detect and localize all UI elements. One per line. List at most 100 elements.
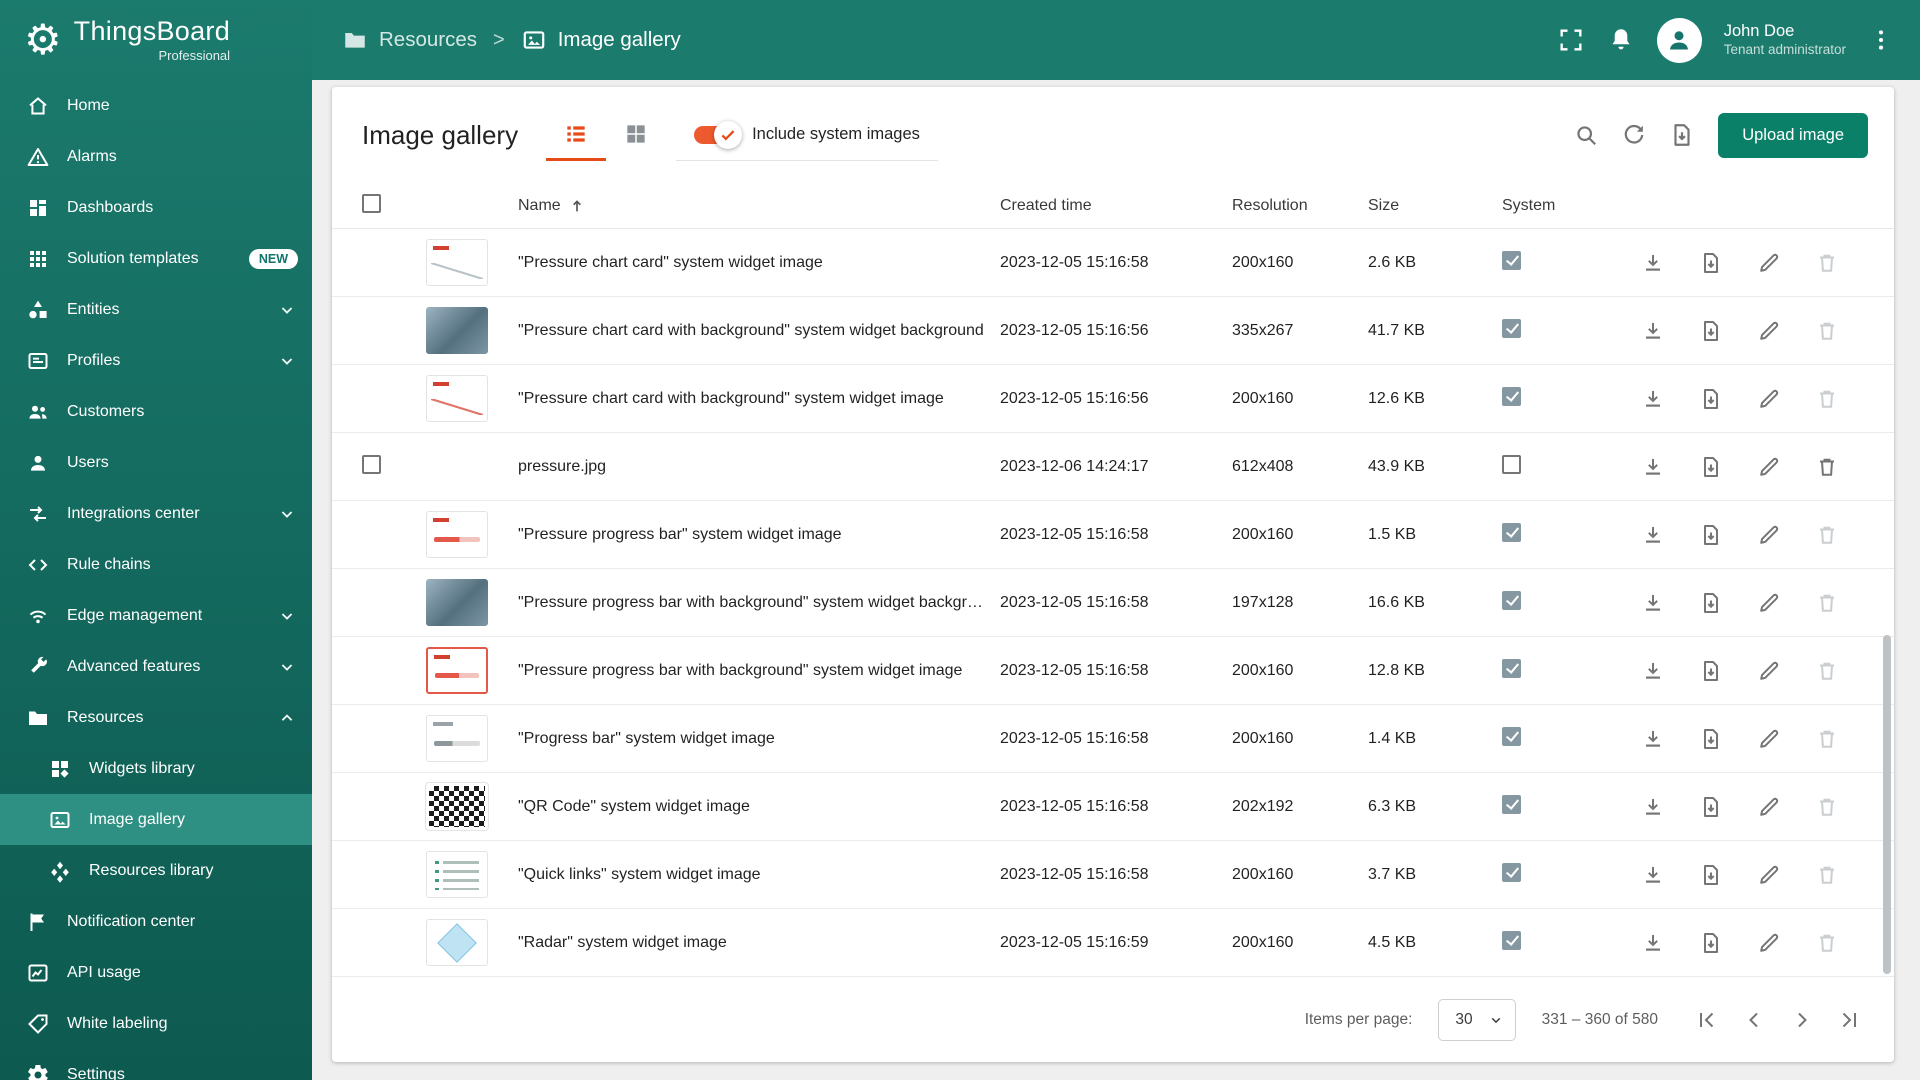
edit-image-button[interactable] (1748, 582, 1790, 624)
export-image-button[interactable] (1690, 514, 1732, 556)
sidebar-item-solution-templates[interactable]: Solution templates NEW (0, 233, 312, 284)
fullscreen-button[interactable] (1557, 26, 1585, 54)
table-row[interactable]: "Quick links" system widget image 2023-12… (332, 841, 1894, 909)
upload-image-button[interactable]: Upload image (1718, 112, 1868, 158)
select-all-checkbox[interactable] (362, 193, 381, 213)
search-button[interactable] (1562, 111, 1610, 159)
items-per-page-select[interactable]: 30 (1438, 998, 1516, 1041)
refresh-button[interactable] (1610, 111, 1658, 159)
export-image-button[interactable] (1690, 650, 1732, 692)
list-view-tab[interactable] (546, 109, 607, 161)
sidebar-item-resources-library[interactable]: Resources library (0, 845, 312, 896)
export-image-button[interactable] (1690, 310, 1732, 352)
sidebar-item-alarms[interactable]: Alarms (0, 131, 312, 182)
edit-image-button[interactable] (1748, 310, 1790, 352)
delete-image-button[interactable] (1806, 446, 1848, 488)
export-image-button[interactable] (1690, 854, 1732, 896)
notifications-button[interactable] (1607, 26, 1635, 54)
scrollbar-thumb[interactable] (1883, 634, 1891, 974)
download-image-button[interactable] (1632, 582, 1674, 624)
column-created-time[interactable]: Created time (1000, 197, 1232, 215)
row-actions (1632, 514, 1878, 556)
sidebar-item-users[interactable]: Users (0, 437, 312, 488)
download-image-button[interactable] (1632, 514, 1674, 556)
import-image-button[interactable] (1658, 111, 1706, 159)
edit-image-button[interactable] (1748, 378, 1790, 420)
edit-image-button[interactable] (1748, 650, 1790, 692)
export-image-button[interactable] (1690, 242, 1732, 284)
download-image-button[interactable] (1632, 922, 1674, 964)
resolution: 197x128 (1232, 593, 1294, 611)
download-image-button[interactable] (1632, 242, 1674, 284)
sidebar-item-image-gallery[interactable]: Image gallery (0, 794, 312, 845)
edit-image-button[interactable] (1748, 514, 1790, 556)
row-checkbox[interactable] (362, 454, 381, 474)
previous-page-button[interactable] (1732, 998, 1776, 1042)
table-row[interactable]: "Pressure chart card" system widget imag… (332, 229, 1894, 297)
download-image-button[interactable] (1632, 650, 1674, 692)
download-image-button[interactable] (1632, 446, 1674, 488)
include-system-images-toggle[interactable]: Include system images (676, 109, 938, 161)
sidebar-item-white-labeling[interactable]: White labeling (0, 998, 312, 1049)
table-row[interactable]: "QR Code" system widget image 2023-12-05 … (332, 773, 1894, 841)
column-resolution[interactable]: Resolution (1232, 197, 1368, 215)
sidebar-item-label: Rule chains (67, 555, 151, 573)
sidebar-item-edge-management[interactable]: Edge management (0, 590, 312, 641)
sidebar-item-api-usage[interactable]: API usage (0, 947, 312, 998)
user-role: Tenant administrator (1723, 41, 1846, 57)
sidebar-item-profiles[interactable]: Profiles (0, 335, 312, 386)
export-image-button[interactable] (1690, 922, 1732, 964)
export-image-button[interactable] (1690, 718, 1732, 760)
download-image-button[interactable] (1632, 310, 1674, 352)
last-page-button[interactable] (1828, 998, 1872, 1042)
edit-image-button[interactable] (1748, 854, 1790, 896)
avatar[interactable] (1656, 17, 1702, 63)
toggle-switch[interactable] (694, 120, 743, 149)
export-image-button[interactable] (1690, 582, 1732, 624)
sidebar-item-settings[interactable]: Settings (0, 1049, 312, 1080)
sidebar-item-notification-center[interactable]: Notification center (0, 896, 312, 947)
sidebar-item-home[interactable]: Home (0, 80, 312, 131)
table-row[interactable]: "Pressure progress bar with background" … (332, 637, 1894, 705)
created-time: 2023-12-05 15:16:58 (1000, 797, 1149, 815)
sidebar-item-dashboards[interactable]: Dashboards (0, 182, 312, 233)
download-image-button[interactable] (1632, 854, 1674, 896)
edit-image-button[interactable] (1748, 786, 1790, 828)
edit-image-button[interactable] (1748, 242, 1790, 284)
sidebar-item-resources[interactable]: Resources (0, 692, 312, 743)
table-row[interactable]: "Radar" system widget image 2023-12-05 15… (332, 909, 1894, 977)
row-actions (1632, 242, 1878, 284)
table-row[interactable]: "Pressure progress bar with background" … (332, 569, 1894, 637)
sidebar-item-rule-chains[interactable]: Rule chains (0, 539, 312, 590)
sidebar-item-customers[interactable]: Customers (0, 386, 312, 437)
header-menu-button[interactable] (1868, 27, 1894, 53)
vertical-scrollbar[interactable] (1883, 237, 1891, 974)
export-image-button[interactable] (1690, 446, 1732, 488)
download-image-button[interactable] (1632, 718, 1674, 760)
table-row[interactable]: "Pressure chart card with background" sy… (332, 297, 1894, 365)
first-page-button[interactable] (1684, 998, 1728, 1042)
sidebar-item-entities[interactable]: Entities (0, 284, 312, 335)
download-image-button[interactable] (1632, 378, 1674, 420)
edit-image-button[interactable] (1748, 446, 1790, 488)
column-name[interactable]: Name (518, 196, 1000, 216)
download-image-button[interactable] (1632, 786, 1674, 828)
export-image-button[interactable] (1690, 786, 1732, 828)
sidebar-item-integrations-center[interactable]: Integrations center (0, 488, 312, 539)
next-page-button[interactable] (1780, 998, 1824, 1042)
breadcrumb-resources[interactable]: Resources (342, 27, 477, 53)
column-system[interactable]: System (1502, 197, 1632, 215)
grid-view-tab[interactable] (606, 109, 666, 161)
edit-image-button[interactable] (1748, 718, 1790, 760)
sidebar-item-advanced-features[interactable]: Advanced features (0, 641, 312, 692)
table-row[interactable]: "Pressure progress bar" system widget im… (332, 501, 1894, 569)
export-image-button[interactable] (1690, 378, 1732, 420)
edit-image-button[interactable] (1748, 922, 1790, 964)
table-row[interactable]: pressure.jpg 2023-12-06 14:24:17 612x408 43… (332, 433, 1894, 501)
download-icon (1641, 523, 1665, 547)
sidebar-item-widgets-library[interactable]: Widgets library (0, 743, 312, 794)
table-row[interactable]: "Pressure chart card with background" sy… (332, 365, 1894, 433)
table-row[interactable]: "Progress bar" system widget image 2023-1… (332, 705, 1894, 773)
column-size[interactable]: Size (1368, 197, 1502, 215)
tag-icon (26, 1012, 50, 1036)
